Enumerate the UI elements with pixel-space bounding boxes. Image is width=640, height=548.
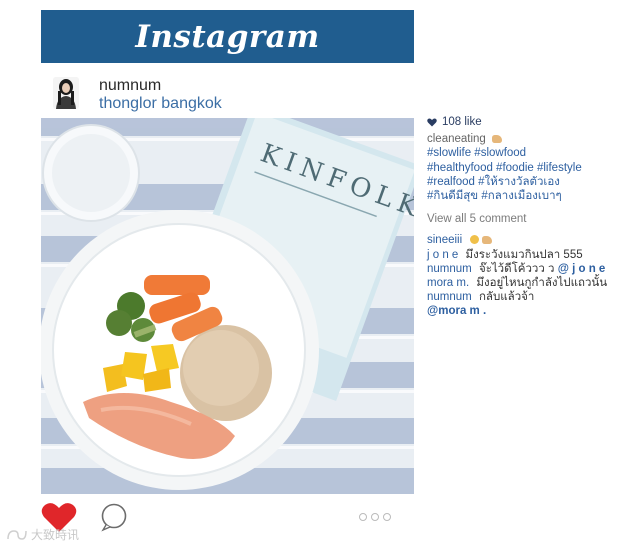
muscle-emoji-icon — [482, 236, 493, 245]
comment-row: @mora m . — [427, 304, 637, 318]
post-profile-row: numnum thonglor bangkok — [41, 64, 414, 118]
comment-row: sineeiii — [427, 233, 637, 247]
hashtag-block: #slowlife #slowfood #healthyfood #foodie… — [427, 146, 637, 203]
comment-mention[interactable]: @mora m . — [427, 305, 486, 317]
instagram-logo[interactable]: Instagram — [135, 19, 319, 55]
comment-username[interactable]: numnum — [427, 263, 472, 275]
post-photo[interactable]: KINFOLK — [41, 118, 414, 494]
instagram-post-mockup: Instagram numnum thonglor bangkok KINFOL… — [0, 0, 640, 548]
hashtag-line[interactable]: #healthyfood #foodie #lifestyle — [427, 161, 637, 175]
comment-text: กลับแล้วจ้า — [478, 291, 535, 304]
more-dot-icon — [371, 513, 379, 521]
small-heart-icon — [427, 118, 437, 127]
post-details-panel: 108 like cleaneating #slowlife #slowfood… — [427, 115, 637, 319]
more-options-button[interactable] — [359, 511, 393, 523]
hashtag-line[interactable]: #slowlife #slowfood — [427, 146, 637, 160]
hashtag-line[interactable]: #realfood #ให้รางวัลตัวเอง — [427, 175, 637, 189]
comment-row: j o n e มึงระวังแมวกินปลา 555 — [427, 248, 637, 262]
comment-mention[interactable]: @ j o n e — [558, 263, 606, 275]
post-username[interactable]: numnum — [99, 77, 161, 95]
comment-row: numnum จ๊ะไว้ดีโค้ววว ว @ j o n e — [427, 262, 637, 276]
likes-count: 108 like — [442, 116, 482, 128]
watermark-logo-icon — [7, 529, 27, 540]
comment-username[interactable]: numnum — [427, 291, 472, 303]
post-action-row — [41, 494, 414, 548]
comment-text: จ๊ะไว้ดีโค้ววว ว — [478, 262, 555, 275]
likes-count-row[interactable]: 108 like — [427, 115, 637, 129]
more-dot-icon — [359, 513, 367, 521]
post-location[interactable]: thonglor bangkok — [99, 95, 222, 113]
comment-username[interactable]: sineeiii — [427, 234, 462, 246]
comment-username[interactable]: j o n e — [427, 249, 458, 261]
comment-text: มึงระวังแมวกินปลา 555 — [465, 248, 583, 261]
caption-text: cleaneating — [427, 133, 486, 146]
watermark-text: 大致時讯 — [31, 528, 80, 542]
instagram-header-bar: Instagram — [41, 10, 414, 63]
post-caption: cleaneating — [427, 132, 637, 146]
comment-username[interactable]: mora m. — [427, 277, 469, 289]
comment-row: numnum กลับแล้วจ้า — [427, 290, 637, 304]
muscle-emoji-icon — [492, 135, 503, 144]
watermark: 大致時讯 — [6, 526, 79, 543]
hashtag-line[interactable]: #กินดีมีสุข #กลางเมืองเบาๆ — [427, 189, 637, 203]
comment-row: mora m. มึงอยู่ไหนกูกำลังไปแถวนั้น — [427, 276, 637, 290]
comment-button[interactable] — [99, 502, 129, 532]
comment-list: sineeiii j o n e มึงระวังแมวกินปลา 555 n… — [427, 233, 637, 318]
avatar[interactable] — [53, 77, 79, 109]
smile-emoji-icon — [470, 235, 480, 245]
more-dot-icon — [383, 513, 391, 521]
comment-bubble-icon — [101, 503, 127, 532]
comment-text: มึงอยู่ไหนกูกำลังไปแถวนั้น — [476, 277, 608, 290]
view-all-comments-link[interactable]: View all 5 comment — [427, 212, 637, 226]
